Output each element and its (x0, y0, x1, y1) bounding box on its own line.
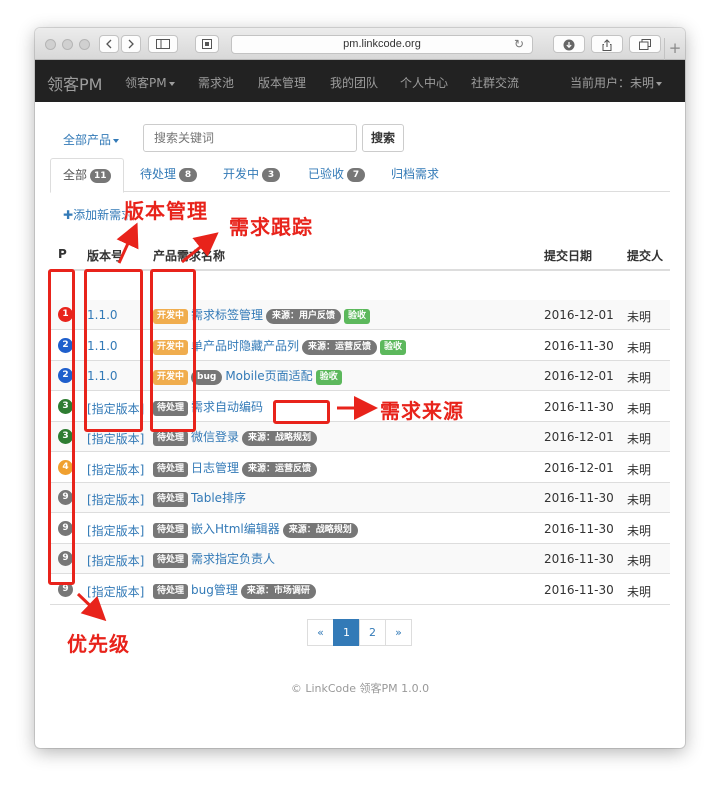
arrow-to-tracking-label (181, 232, 219, 264)
annotation-arrows (76, 222, 378, 622)
annotation-version-management: 版本管理 (124, 199, 208, 223)
arrow-to-priority-label (76, 592, 107, 622)
arrow-to-version-label (116, 222, 139, 264)
annotation-priority: 优先级 (67, 632, 130, 656)
annotation-requirement-source: 需求来源 (380, 399, 464, 423)
annotation-requirement-tracking: 需求跟踪 (229, 215, 313, 239)
